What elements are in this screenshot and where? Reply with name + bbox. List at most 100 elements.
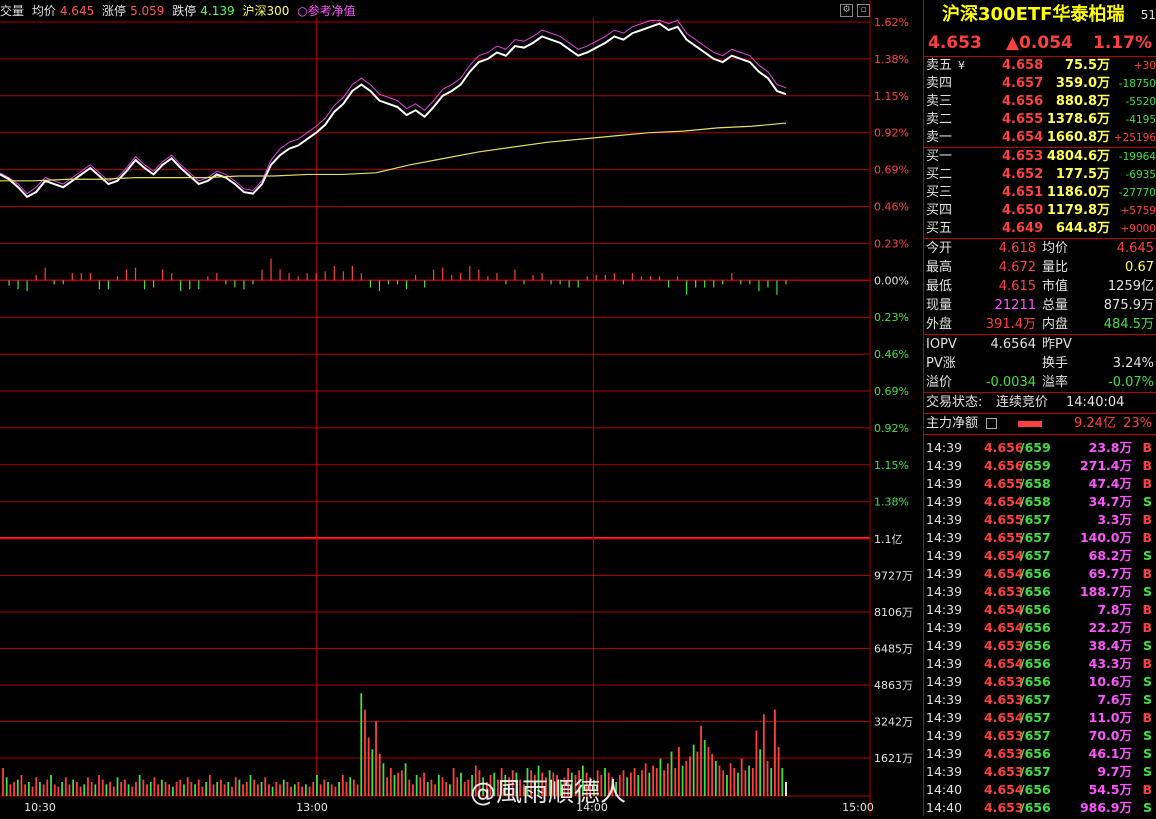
time-axis-label: 10:30 — [24, 801, 56, 814]
expand-icon[interactable]: ▫ — [857, 4, 870, 17]
tick-count: /657 — [1020, 764, 1051, 779]
level-volume: 1179.8万 — [1046, 203, 1110, 218]
level-delta: -27770 — [1118, 187, 1156, 199]
level-label: 买四 — [926, 203, 953, 218]
tick-side: B — [1142, 512, 1152, 527]
tick-row: 14:39 4.653/656 38.4万 S — [924, 637, 1156, 655]
tick-side: B — [1142, 620, 1152, 635]
sells-level-row[interactable]: 卖四 4.657 359.0万 -18750 — [924, 75, 1156, 93]
tick-count: /657 — [1020, 548, 1051, 563]
level-delta: +25196 — [1113, 132, 1156, 144]
stat-label: 内盘 — [1042, 317, 1069, 332]
level-volume: 1186.0万 — [1046, 185, 1110, 200]
limit-down-value: 4.139 — [200, 4, 235, 18]
sells-level-row[interactable]: 卖二 4.655 1378.6万 -4195 — [924, 111, 1156, 129]
index-label: 沪深300 — [242, 4, 290, 18]
tick-volume: 3.3万 — [1097, 512, 1132, 527]
stat-label: 换手 — [1042, 356, 1069, 371]
security-name: 沪深300ETF华泰柏瑞 — [942, 4, 1125, 25]
tick-price: 4.653 — [984, 692, 1024, 707]
ref-nav-toggle[interactable]: ○参考净值 — [297, 4, 355, 18]
tick-list[interactable]: 14:39 4.656/659 23.8万 B 14:39 4.656/659 271.4万… — [924, 435, 1156, 817]
tick-side: B — [1142, 458, 1152, 473]
tick-side: S — [1142, 764, 1152, 779]
buys-level-row[interactable]: 买五 4.649 644.8万 +9000 — [924, 220, 1156, 238]
level-extra: ¥ — [958, 59, 965, 72]
sells-level-row[interactable]: 卖三 4.656 880.8万 -5520 — [924, 93, 1156, 111]
main-flow-value: 9.24亿 — [1074, 416, 1116, 431]
buys-level-row[interactable]: 买三 4.651 1186.0万 -27770 — [924, 184, 1156, 202]
tick-time: 14:39 — [926, 584, 963, 599]
volume-label: 交量 — [0, 4, 25, 18]
tick-row: 14:40 4.653/656 986.9万 S — [924, 799, 1156, 817]
tick-side: B — [1142, 656, 1152, 671]
level-label: 买一 — [926, 149, 953, 164]
stat-value: 391.4万 — [985, 317, 1036, 332]
security-title: 沪深300ETF华泰柏瑞 51 — [924, 0, 1156, 30]
tick-count: /659 — [1020, 440, 1051, 455]
sells-level-row[interactable]: 卖一 4.654 1660.8万 +25196 — [924, 129, 1156, 147]
price-axis-label: 0.23% — [874, 237, 909, 250]
tick-volume: 43.3万 — [1088, 656, 1132, 671]
buys-level-row[interactable]: 买一 4.653 4804.6万 -19964 — [924, 148, 1156, 166]
iopv-row: PV涨 换手 3.24% — [924, 354, 1156, 373]
tick-volume: 69.7万 — [1088, 566, 1132, 581]
buys-level-row[interactable]: 买四 4.650 1179.8万 +5759 — [924, 202, 1156, 220]
tick-volume: 140.0万 — [1079, 530, 1132, 545]
buys-level-row[interactable]: 买二 4.652 177.5万 -6935 — [924, 166, 1156, 184]
tick-time: 14:39 — [926, 746, 963, 761]
tick-time: 14:40 — [926, 782, 963, 797]
stat-label: 均价 — [1042, 241, 1069, 256]
tick-price: 4.654 — [984, 566, 1024, 581]
tick-count: /656 — [1020, 602, 1051, 617]
tick-time: 14:39 — [926, 548, 963, 563]
price-change: ▲0.054 — [1006, 33, 1073, 53]
level-price: 4.649 — [1002, 221, 1044, 236]
trade-status-row: 交易状态: 连续竞价 14:40:04 — [924, 393, 1156, 414]
level-delta: +5759 — [1120, 205, 1156, 217]
level-price: 4.650 — [1002, 203, 1044, 218]
sells-level-row[interactable]: 卖五 ¥4.658 75.5万 +30 — [924, 57, 1156, 75]
tick-price: 4.655 — [984, 476, 1024, 491]
intraday-chart[interactable]: 1.62% 1.38% 1.15% 0.92% 0.69% 0.46% 0.23% 0.00%… — [0, 0, 922, 816]
tick-time: 14:39 — [926, 620, 963, 635]
chart-legend: 交量 均价 4.645 涨停 5.059 跌停 4.139 沪深300 ○参考净值 — [0, 2, 870, 18]
tick-row: 14:39 4.653/657 7.6万 S — [924, 691, 1156, 709]
tick-time: 14:39 — [926, 638, 963, 653]
last-price: 4.653 — [928, 33, 982, 53]
level-price: 4.655 — [1002, 112, 1044, 127]
tick-side: B — [1142, 440, 1152, 455]
iopv-row: IOPV 4.6564 昨PV — [924, 335, 1156, 354]
stat-value: 1259亿 — [1107, 279, 1154, 294]
tick-count: /656 — [1020, 566, 1051, 581]
limit-up-label: 涨停 — [102, 4, 127, 18]
tick-price: 4.653 — [984, 584, 1024, 599]
level-volume: 1660.8万 — [1046, 130, 1110, 145]
limit-down-label: 跌停 — [172, 4, 197, 18]
tick-volume: 47.4万 — [1088, 476, 1132, 491]
stat-label: 溢率 — [1042, 375, 1069, 390]
tick-time: 14:39 — [926, 764, 963, 779]
level-volume: 177.5万 — [1055, 167, 1110, 182]
tick-count: /656 — [1020, 620, 1051, 635]
tick-time: 14:39 — [926, 602, 963, 617]
level-price: 4.654 — [1002, 130, 1044, 145]
volume-axis-label: 6485万 — [874, 643, 913, 656]
tick-count: /656 — [1020, 584, 1051, 599]
tick-volume: 46.1万 — [1088, 746, 1132, 761]
level-delta: -18750 — [1118, 78, 1156, 90]
tick-side: S — [1142, 746, 1152, 761]
settings-icon[interactable]: ⚙ — [840, 4, 853, 17]
limit-up-value: 5.059 — [130, 4, 165, 18]
stat-value: 875.9万 — [1103, 298, 1154, 313]
avg-value: 4.645 — [59, 4, 95, 18]
tick-row: 14:39 4.653/656 10.6万 S — [924, 673, 1156, 691]
main-flow-row[interactable]: 主力净额 9.24亿 23% — [924, 414, 1156, 435]
price-axis-label: 1.38% — [874, 53, 909, 66]
tick-side: S — [1142, 692, 1152, 707]
grid-icon[interactable] — [986, 418, 997, 429]
flow-bar — [1018, 421, 1042, 427]
quote-panel: 沪深300ETF华泰柏瑞 51 4.653 ▲0.054 1.17% 卖五 ¥4.… — [923, 0, 1156, 816]
level-price: 4.656 — [1002, 94, 1044, 109]
tick-side: B — [1142, 476, 1152, 491]
